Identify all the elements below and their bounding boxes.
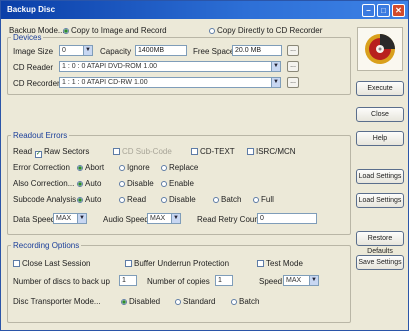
help-button[interactable]: Help bbox=[356, 131, 404, 146]
close-button[interactable]: Close bbox=[356, 107, 404, 122]
image-size-select[interactable]: 0 ▼ bbox=[59, 45, 93, 56]
capacity-field: 1400MB bbox=[135, 45, 187, 56]
radio-icon bbox=[209, 28, 215, 34]
disc-transporter-label: Disc Transporter Mode... bbox=[13, 297, 101, 306]
subcode-read-radio[interactable]: Read bbox=[119, 195, 146, 204]
checkbox-icon bbox=[113, 148, 120, 155]
chevron-down-icon: ▼ bbox=[271, 62, 280, 71]
window-title: Backup Disc bbox=[7, 5, 56, 14]
discs-to-backup-field[interactable]: 1 bbox=[119, 275, 137, 286]
radio-icon bbox=[77, 197, 83, 203]
checkbox-icon bbox=[247, 148, 254, 155]
read-retry-field[interactable]: 0 bbox=[257, 213, 317, 224]
radio-icon bbox=[63, 28, 69, 34]
subcode-disable-radio[interactable]: Disable bbox=[161, 195, 196, 204]
discs-to-backup-label: Number of discs to back up bbox=[13, 277, 110, 286]
recording-group-title: Recording Options bbox=[11, 241, 82, 250]
free-space-field: 20.0 MB bbox=[232, 45, 282, 56]
cd-recorder-browse-button[interactable]: ... bbox=[287, 77, 299, 88]
subcode-batch-radio[interactable]: Batch bbox=[213, 195, 241, 204]
read-subcode-checkbox[interactable]: CD Sub-Code bbox=[113, 147, 172, 156]
read-isrc-checkbox[interactable]: ISRC/MCN bbox=[247, 147, 296, 156]
checkbox-icon: ✓ bbox=[35, 151, 42, 158]
test-mode-checkbox[interactable]: Test Mode bbox=[257, 259, 303, 268]
radio-icon bbox=[213, 197, 219, 203]
radio-icon bbox=[175, 299, 181, 305]
read-cdtext-checkbox[interactable]: CD-TEXT bbox=[191, 147, 235, 156]
number-of-copies-field[interactable]: 1 bbox=[215, 275, 233, 286]
record-speed-select[interactable]: MAX ▼ bbox=[283, 275, 319, 286]
cd-reader-browse-button[interactable]: ... bbox=[287, 61, 299, 72]
restore-defaults-button[interactable]: Restore Defaults bbox=[356, 231, 404, 255]
cd-reader-select[interactable]: 1 : 0 : 0 ATAPI DVD-ROM 1.00 ▼ bbox=[59, 61, 281, 72]
free-space-browse-button[interactable]: ... bbox=[287, 45, 299, 56]
transporter-batch-radio[interactable]: Batch bbox=[231, 297, 259, 306]
load-settings-button[interactable]: Load Settings bbox=[356, 169, 404, 184]
also-enable-radio[interactable]: Enable bbox=[161, 179, 194, 188]
also-disable-radio[interactable]: Disable bbox=[119, 179, 154, 188]
chevron-down-icon: ▼ bbox=[171, 214, 180, 223]
close-icon[interactable]: ✕ bbox=[392, 4, 405, 17]
chevron-down-icon: ▼ bbox=[271, 78, 280, 87]
data-speed-select[interactable]: MAX ▼ bbox=[53, 213, 87, 224]
radio-icon bbox=[119, 165, 125, 171]
also-auto-radio[interactable]: Auto bbox=[77, 179, 101, 188]
transporter-standard-radio[interactable]: Standard bbox=[175, 297, 215, 306]
chevron-down-icon: ▼ bbox=[309, 276, 318, 285]
radio-icon bbox=[161, 181, 167, 187]
correction-abort-radio[interactable]: Abort bbox=[77, 163, 104, 172]
chevron-down-icon: ▼ bbox=[83, 46, 92, 55]
minimize-icon[interactable]: – bbox=[362, 4, 375, 17]
capacity-label: Capacity bbox=[100, 47, 132, 56]
subcode-auto-radio[interactable]: Auto bbox=[77, 195, 101, 204]
execute-button[interactable]: Execute bbox=[356, 81, 404, 96]
subcode-full-radio[interactable]: Full bbox=[253, 195, 274, 204]
checkbox-icon bbox=[13, 260, 20, 267]
backup-mode-option-0[interactable]: Copy to Image and Record bbox=[63, 26, 167, 35]
close-session-checkbox[interactable]: Close Last Session bbox=[13, 259, 90, 268]
disc-logo-icon bbox=[357, 27, 403, 71]
free-space-label: Free Space bbox=[193, 47, 235, 56]
radio-icon bbox=[161, 197, 167, 203]
audio-speed-select[interactable]: MAX ▼ bbox=[147, 213, 181, 224]
checkbox-icon bbox=[191, 148, 198, 155]
devices-group-title: Devices bbox=[11, 33, 44, 42]
correction-replace-radio[interactable]: Replace bbox=[161, 163, 198, 172]
backup-mode-option-1[interactable]: Copy Directly to CD Recorder bbox=[209, 26, 322, 35]
cd-reader-label: CD Reader bbox=[13, 63, 54, 72]
cd-recorder-select[interactable]: 1 : 1 : 0 ATAPI CD-RW 1.00 ▼ bbox=[59, 77, 281, 88]
checkbox-icon bbox=[125, 260, 132, 267]
save-settings-button[interactable]: Save Settings bbox=[356, 255, 404, 270]
data-speed-label: Data Speed bbox=[13, 215, 56, 224]
backup-disc-window: Backup Disc – □ ✕ Backup Mode... Copy to… bbox=[0, 0, 409, 331]
maximize-icon[interactable]: □ bbox=[377, 4, 390, 17]
load-settings-2-button[interactable]: Load Settings bbox=[356, 193, 404, 208]
radio-icon bbox=[119, 197, 125, 203]
radio-icon bbox=[253, 197, 259, 203]
buffer-underrun-checkbox[interactable]: Buffer Underrun Protection bbox=[125, 259, 229, 268]
radio-icon bbox=[77, 181, 83, 187]
radio-icon bbox=[161, 165, 167, 171]
cd-recorder-label: CD Recorder bbox=[13, 79, 60, 88]
title-bar: Backup Disc – □ ✕ bbox=[1, 1, 408, 19]
checkbox-icon bbox=[257, 260, 264, 267]
also-correction-label: Also Correction... bbox=[13, 179, 75, 188]
number-of-copies-label: Number of copies bbox=[147, 277, 210, 286]
subcode-analysis-label: Subcode Analysis bbox=[13, 195, 77, 204]
audio-speed-label: Audio Speed bbox=[103, 215, 149, 224]
read-raw-sectors-checkbox[interactable]: ✓ Raw Sectors bbox=[35, 147, 89, 158]
record-speed-label: Speed bbox=[259, 277, 283, 286]
correction-ignore-radio[interactable]: Ignore bbox=[119, 163, 150, 172]
radio-icon bbox=[121, 299, 127, 305]
chevron-down-icon: ▼ bbox=[77, 214, 86, 223]
error-correction-label: Error Correction bbox=[13, 163, 70, 172]
radio-icon bbox=[231, 299, 237, 305]
image-size-label: Image Size bbox=[13, 47, 54, 56]
read-label: Read bbox=[13, 147, 33, 156]
transporter-disabled-radio[interactable]: Disabled bbox=[121, 297, 160, 306]
radio-icon bbox=[77, 165, 83, 171]
readout-group-title: Readout Errors bbox=[11, 131, 70, 140]
read-retry-label: Read Retry Count bbox=[197, 215, 262, 224]
radio-icon bbox=[119, 181, 125, 187]
